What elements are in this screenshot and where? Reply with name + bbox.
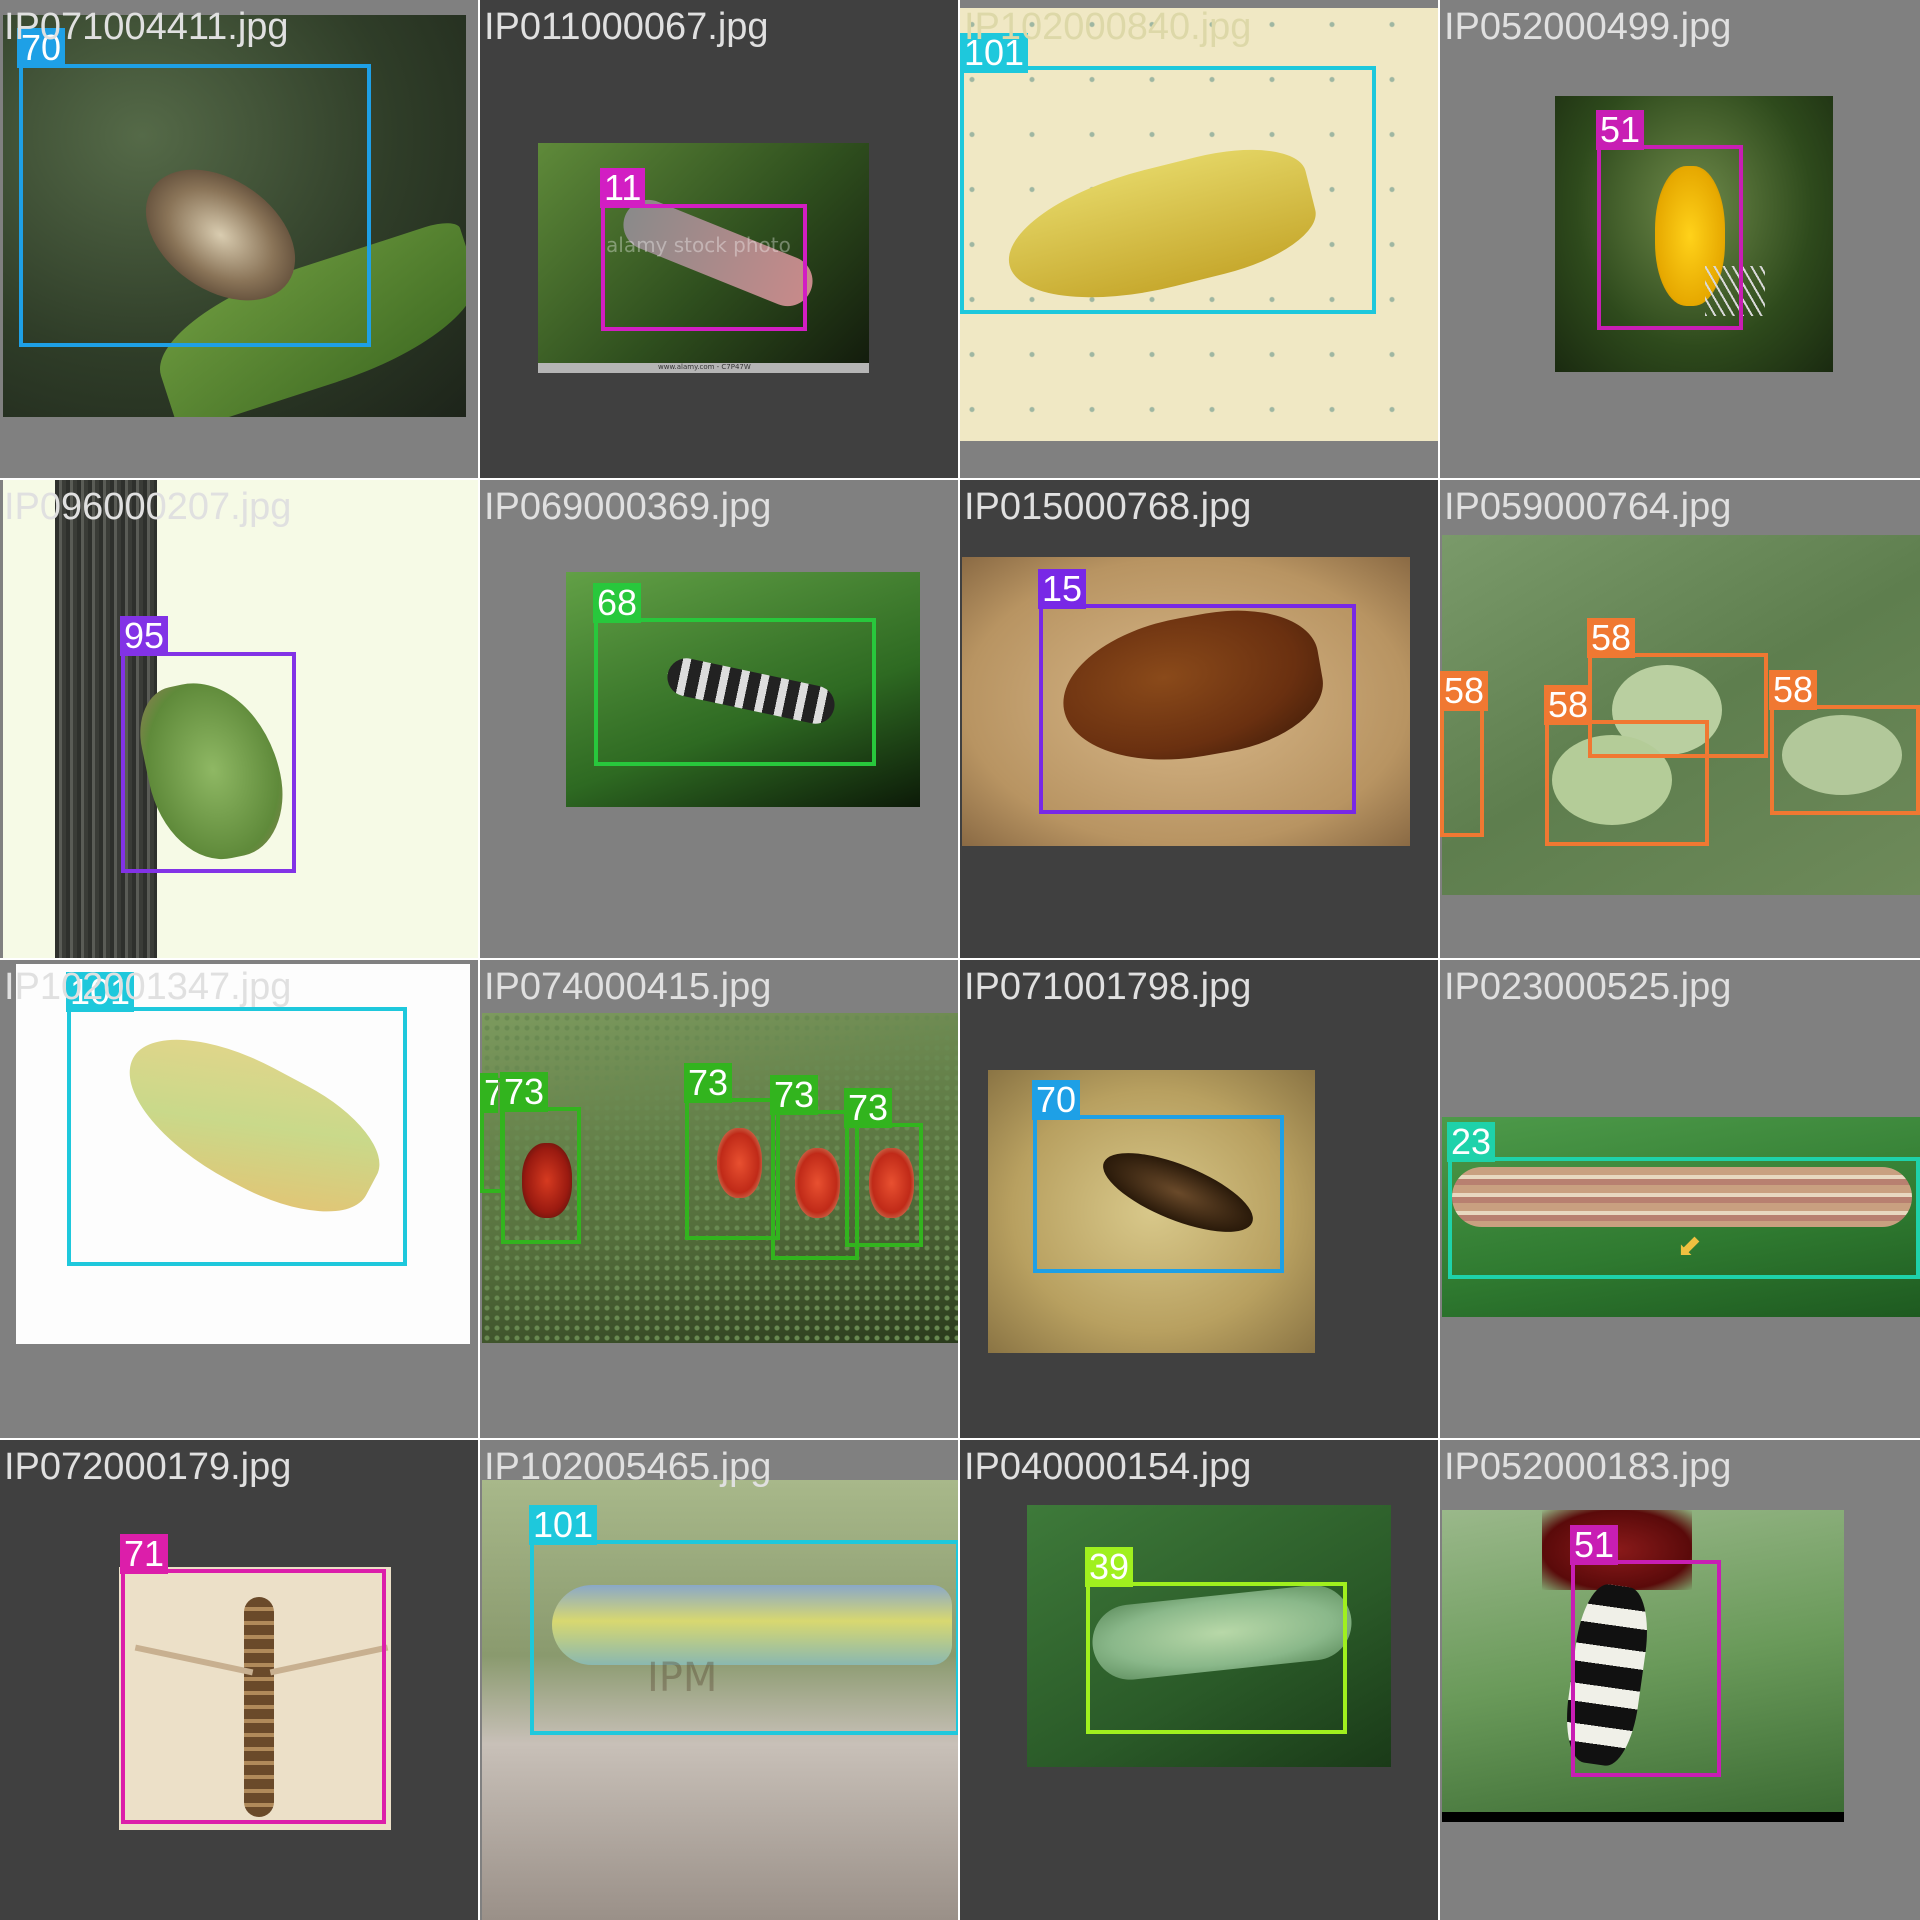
image-filename: IP052000183.jpg [1444, 1446, 1732, 1488]
black-bar [1442, 1812, 1844, 1822]
image-filename: IP023000525.jpg [1444, 966, 1732, 1008]
image-filename: IP052000499.jpg [1444, 6, 1732, 48]
mosaic-grid: IP071004411.jpg 70 alamy stock photo www… [0, 0, 1920, 1920]
bounding-box [1033, 1115, 1284, 1273]
tile: IP052000499.jpg 51 [1440, 0, 1920, 480]
image-filename: IP071004411.jpg [4, 6, 289, 48]
grid-divider [0, 958, 1920, 960]
tile: IP059000764.jpg 58 58 58 58 [1440, 480, 1920, 960]
image-filename: IP015000768.jpg [964, 486, 1252, 528]
bounding-box [530, 1540, 960, 1735]
bounding-box [1086, 1582, 1347, 1734]
bounding-box [67, 1007, 407, 1266]
class-label: 73 [844, 1088, 893, 1128]
bounding-box [845, 1123, 923, 1247]
class-label: 39 [1085, 1547, 1134, 1587]
class-label: 95 [120, 616, 169, 656]
class-label: 68 [593, 583, 642, 623]
bounding-box [685, 1098, 780, 1240]
tile: IPM IP102005465.jpg 101 [480, 1440, 960, 1920]
grid-divider [0, 1438, 1920, 1440]
tile: IP040000154.jpg 39 [960, 1440, 1440, 1920]
bounding-box [1545, 720, 1709, 846]
class-label: 73 [480, 1073, 498, 1113]
tile: IP102000840.jpg 101 [960, 0, 1440, 480]
class-label: 58 [1587, 618, 1636, 658]
watermark-footer: www.alamy.com - C7P47W [658, 363, 751, 371]
footer-bar: www.alamy.com - C7P47W [538, 363, 869, 373]
class-label: 73 [770, 1075, 819, 1115]
image-filename: IP102000840.jpg [964, 6, 1252, 48]
bounding-box [594, 618, 876, 766]
tile: IP102001347.jpg 101 [0, 960, 480, 1440]
tile: IP052000183.jpg 51 [1440, 1440, 1920, 1920]
image-filename: IP071001798.jpg [964, 966, 1252, 1008]
image-filename: IP059000764.jpg [1444, 486, 1732, 528]
image-filename: IP040000154.jpg [964, 1446, 1252, 1488]
class-label: 15 [1038, 569, 1087, 609]
bounding-box [601, 204, 807, 331]
class-label: 101 [529, 1505, 598, 1545]
class-label: 58 [1440, 671, 1489, 711]
class-label: 51 [1570, 1525, 1619, 1565]
class-label: 73 [684, 1063, 733, 1103]
class-label: 73 [500, 1072, 549, 1112]
bounding-box [1039, 604, 1356, 814]
bounding-box [960, 66, 1376, 314]
tile: IP015000768.jpg 15 [960, 480, 1440, 960]
class-label: 58 [1769, 670, 1818, 710]
image-filename: IP102005465.jpg [484, 1446, 772, 1488]
image-filename: IP096000207.jpg [4, 486, 292, 528]
class-label: 70 [1032, 1080, 1081, 1120]
grid-divider [478, 0, 480, 1920]
bounding-box [1440, 706, 1484, 837]
class-label: 23 [1447, 1122, 1496, 1162]
class-label: 58 [1544, 685, 1593, 725]
image-filename: IP011000067.jpg [484, 6, 769, 48]
bounding-box [121, 652, 296, 873]
class-label: 51 [1596, 110, 1645, 150]
image-filename: IP072000179.jpg [4, 1446, 292, 1488]
image-filename: IP074000415.jpg [484, 966, 772, 1008]
bounding-box [1448, 1157, 1920, 1279]
grid-divider [958, 0, 960, 1920]
tile: IP072000179.jpg 71 [0, 1440, 480, 1920]
tile: IP074000415.jpg 73 73 73 73 73 [480, 960, 960, 1440]
bounding-box [501, 1107, 581, 1244]
image-filename: IP102001347.jpg [4, 966, 292, 1008]
class-label: 71 [120, 1534, 169, 1574]
bounding-box [1770, 705, 1920, 815]
tile: IP071001798.jpg 70 [960, 960, 1440, 1440]
image-filename: IP069000369.jpg [484, 486, 772, 528]
bounding-box [19, 64, 371, 347]
tile: ⬅ IP023000525.jpg 23 [1440, 960, 1920, 1440]
grid-divider [0, 478, 1920, 480]
grid-divider [1438, 0, 1440, 1920]
tile: alamy stock photo www.alamy.com - C7P47W… [480, 0, 960, 480]
class-label: 11 [600, 168, 646, 208]
bounding-box [1597, 145, 1743, 330]
bounding-box [121, 1569, 386, 1824]
tile: IP069000369.jpg 68 [480, 480, 960, 960]
tile: IP096000207.jpg 95 [0, 480, 480, 960]
bounding-box [1571, 1560, 1721, 1777]
tile: IP071004411.jpg 70 [0, 0, 480, 480]
